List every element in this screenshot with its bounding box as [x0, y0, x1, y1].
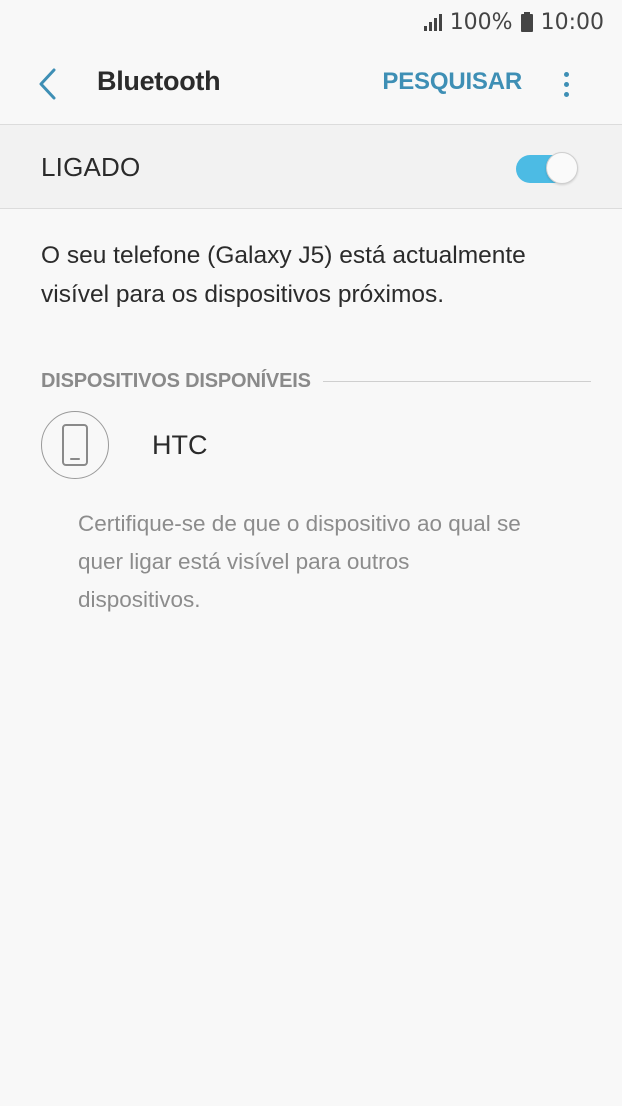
available-devices-header: DISPOSITIVOS DISPONÍVEIS [41, 368, 591, 394]
visibility-message: O seu telefone (Galaxy J5) está actualme… [41, 242, 526, 308]
switch-label: LIGADO [41, 152, 141, 182]
back-button[interactable] [28, 64, 68, 104]
section-divider [322, 380, 591, 382]
chevron-left-icon [39, 68, 56, 100]
more-vert-icon [563, 71, 569, 77]
hint-text: Certifique-se de que o dispositivo ao qu… [78, 511, 521, 612]
divider [0, 208, 622, 209]
page-title: Bluetooth [97, 66, 221, 96]
clock: 10:00 [540, 9, 604, 35]
device-list-item[interactable]: HTC [0, 410, 622, 482]
bluetooth-switch-row[interactable]: LIGADO [0, 125, 622, 208]
battery-icon [520, 12, 533, 32]
section-title: DISPOSITIVOS DISPONÍVEIS [41, 369, 311, 392]
bluetooth-toggle[interactable] [514, 150, 578, 184]
scan-button[interactable]: PESQUISAR [382, 68, 522, 96]
device-name: HTC [152, 430, 208, 460]
more-options-button[interactable] [550, 66, 582, 102]
app-bar: Bluetooth PESQUISAR [0, 44, 622, 124]
battery-percentage: 100% [449, 9, 513, 35]
status-bar: 100% 10:00 [0, 0, 622, 44]
signal-icon [423, 13, 442, 31]
smartphone-icon [41, 411, 109, 479]
